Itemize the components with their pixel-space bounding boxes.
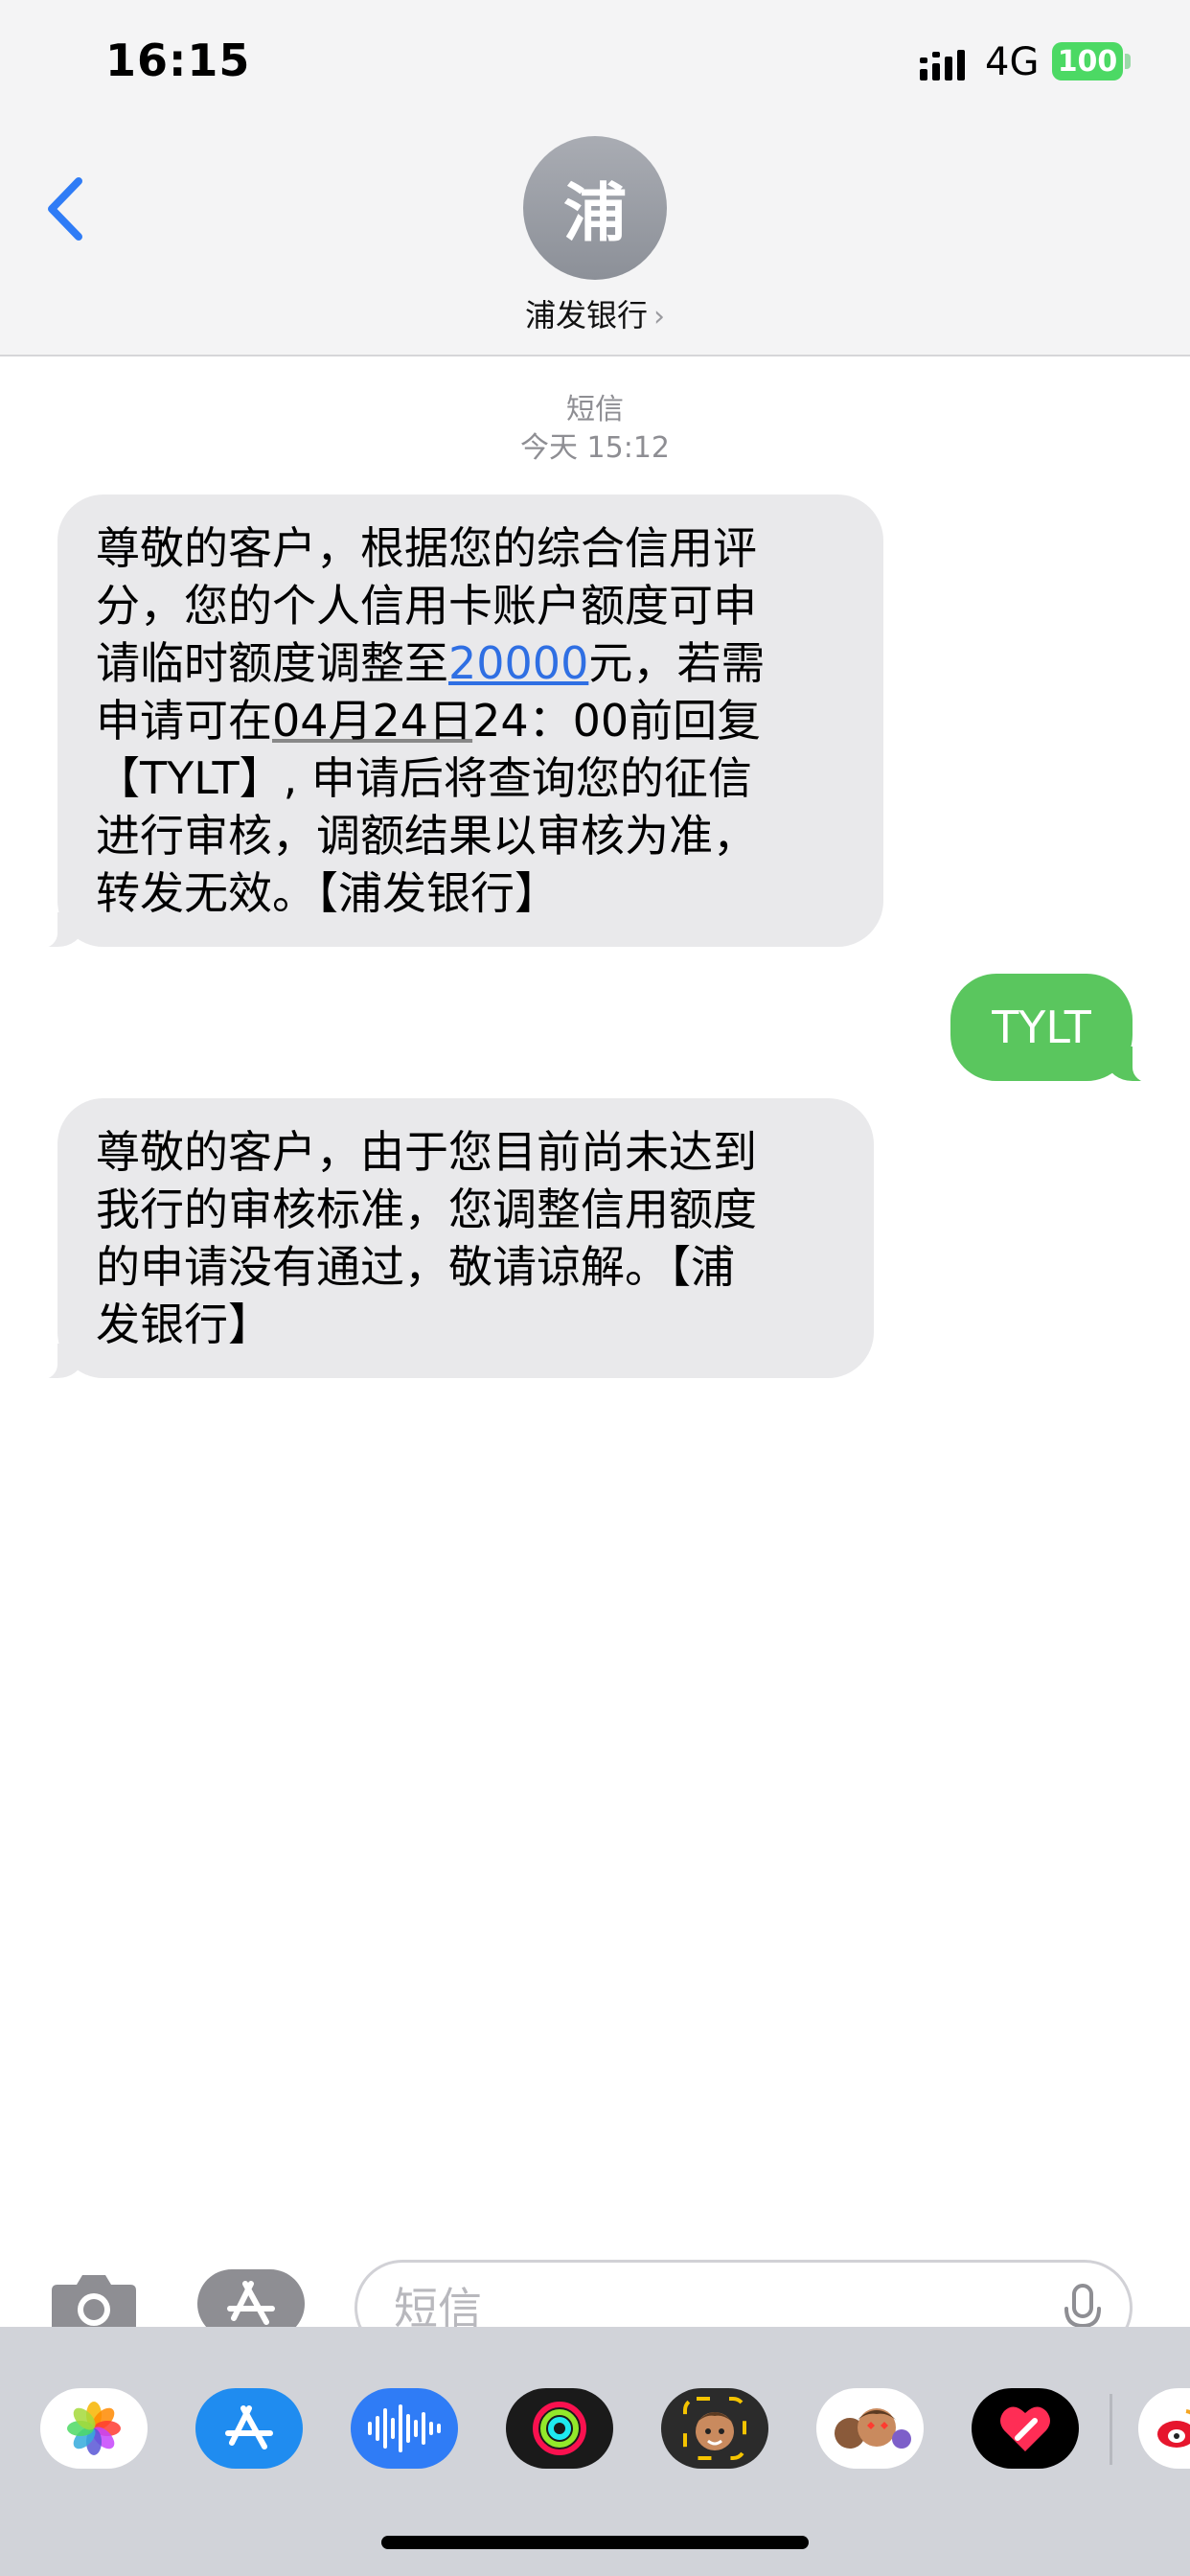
weibo-app-icon[interactable] bbox=[1138, 2388, 1190, 2469]
memoji-app-icon[interactable] bbox=[661, 2388, 768, 2469]
activity-rings-icon bbox=[533, 2402, 586, 2455]
message-line: 尊敬的客户，根据您的综合信用评 bbox=[96, 519, 845, 577]
memoji-face-icon bbox=[683, 2397, 746, 2460]
message-text: 进行审核，调额结果以审核为准， bbox=[96, 810, 757, 862]
message-text: 转发无效。【浦发银行】 bbox=[96, 867, 559, 919]
heart-touch-icon bbox=[1000, 2406, 1050, 2451]
app-store-icon bbox=[225, 2405, 273, 2450]
message-line: 我行的审核标准，您调整信用额度 bbox=[96, 1181, 835, 1238]
chevron-right-icon: › bbox=[653, 300, 665, 334]
battery-icon: 100 bbox=[1052, 42, 1123, 80]
waveform-icon bbox=[368, 2404, 441, 2452]
message-meta: 短信 今天 15:12 bbox=[0, 391, 1190, 468]
message-text: 的申请没有通过，敬请谅解。【浦 bbox=[96, 1241, 735, 1293]
photos-app-icon[interactable] bbox=[40, 2388, 148, 2469]
message-text: 发银行】 bbox=[96, 1299, 272, 1350]
weibo-icon bbox=[1157, 2409, 1190, 2448]
message-line: 【TYLT】, 申请后将查询您的征信 bbox=[96, 749, 845, 807]
digital-touch-app-icon[interactable] bbox=[972, 2388, 1079, 2469]
incoming-message-bubble[interactable]: 尊敬的客户，由于您目前尚未达到 我行的审核标准，您调整信用额度 的申请没有通过，… bbox=[29, 1098, 874, 1380]
contact-name: 浦发银行 bbox=[524, 297, 648, 334]
memoji-stickers-icon bbox=[835, 2408, 911, 2449]
message-line: 尊敬的客户，由于您目前尚未达到 bbox=[96, 1123, 835, 1181]
battery-tip bbox=[1125, 54, 1131, 69]
audio-message-app-icon[interactable] bbox=[351, 2388, 458, 2469]
message-text: 申请可在 bbox=[96, 695, 272, 747]
amount-link[interactable]: 20000 bbox=[448, 637, 588, 689]
message-text: 元，若需 bbox=[588, 637, 766, 689]
message-line: 申请可在04月24日24：00前回复 bbox=[96, 692, 845, 749]
date-link[interactable]: 04月24日 bbox=[272, 695, 472, 747]
app-store-icon bbox=[227, 2281, 275, 2325]
message-text: 24：00前回复 bbox=[472, 695, 762, 747]
message-text: 【TYLT】, 申请后将查询您的征信 bbox=[96, 752, 752, 804]
message-timestamp: 今天 15:12 bbox=[520, 431, 670, 465]
contact-name-button[interactable]: 浦发银行 › bbox=[0, 291, 1190, 335]
message-text: 尊敬的客户，根据您的综合信用评 bbox=[96, 522, 757, 574]
home-indicator[interactable] bbox=[381, 2536, 809, 2549]
outgoing-message-bubble[interactable]: TYLT bbox=[950, 974, 1161, 1083]
memoji-stickers-app-icon[interactable] bbox=[816, 2388, 924, 2469]
chevron-left-icon bbox=[48, 177, 82, 241]
message-line: 转发无效。【浦发银行】 bbox=[96, 864, 845, 922]
message-line: 进行审核，调额结果以审核为准， bbox=[96, 807, 845, 864]
drawer-divider bbox=[1110, 2394, 1112, 2465]
message-text: TYLT bbox=[992, 1001, 1091, 1053]
avatar-initial: 浦 bbox=[563, 176, 627, 250]
message-line: 请临时额度调整至20000元，若需 bbox=[96, 634, 845, 692]
message-text: 分，您的个人信用卡账户额度可申 bbox=[96, 580, 757, 632]
status-bar: 16:15 4G 100 bbox=[0, 0, 1190, 134]
photos-icon bbox=[67, 2402, 121, 2455]
back-button[interactable] bbox=[36, 171, 94, 247]
network-type: 4G bbox=[985, 40, 1040, 84]
battery-level: 100 bbox=[1057, 44, 1118, 79]
contact-avatar[interactable]: 浦 bbox=[523, 136, 667, 280]
message-text: 尊敬的客户，由于您目前尚未达到 bbox=[96, 1126, 757, 1178]
incoming-message-bubble[interactable]: 尊敬的客户，根据您的综合信用评 分，您的个人信用卡账户额度可申 请临时额度调整至… bbox=[29, 494, 883, 949]
message-line: 的申请没有通过，敬请谅解。【浦 bbox=[96, 1238, 835, 1296]
message-line: 发银行】 bbox=[96, 1296, 835, 1353]
cellular-signal-icon bbox=[920, 50, 965, 80]
app-store-app-icon[interactable] bbox=[195, 2388, 303, 2469]
conversation-header: 浦 浦发银行 › bbox=[0, 134, 1190, 356]
message-text: 请临时额度调整至 bbox=[96, 637, 448, 689]
activity-app-icon[interactable] bbox=[506, 2388, 613, 2469]
status-time: 16:15 bbox=[105, 34, 251, 86]
message-line: 分，您的个人信用卡账户额度可申 bbox=[96, 577, 845, 634]
message-text: 我行的审核标准，您调整信用额度 bbox=[96, 1184, 757, 1235]
service-label: 短信 bbox=[566, 393, 624, 426]
